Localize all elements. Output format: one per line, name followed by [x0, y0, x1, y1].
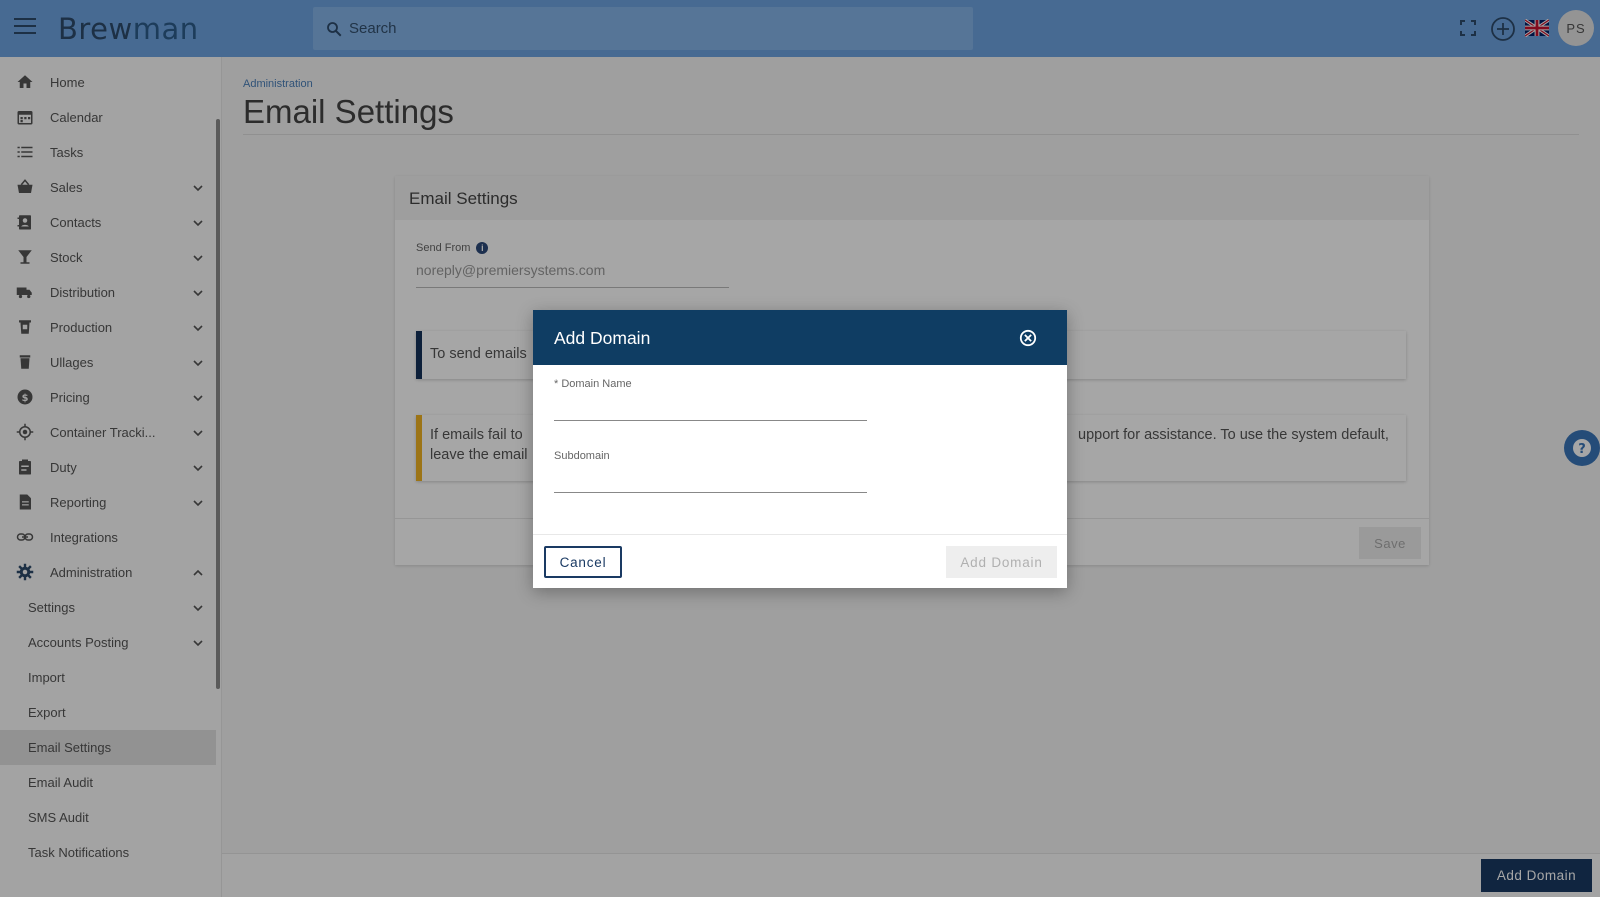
divider: [533, 534, 1067, 535]
add-domain-button[interactable]: Add Domain: [946, 546, 1057, 578]
cancel-button[interactable]: Cancel: [544, 546, 622, 578]
domain-name-label: * Domain Name: [554, 378, 632, 390]
dialog-title: Add Domain: [554, 328, 651, 348]
dialog-header: Add Domain: [533, 310, 1067, 365]
add-domain-dialog: Add Domain * Domain Name Subdomain Cance…: [533, 310, 1067, 588]
domain-name-input[interactable]: [554, 395, 867, 421]
subdomain-label: Subdomain: [554, 450, 610, 462]
close-icon[interactable]: [1019, 329, 1037, 347]
subdomain-input[interactable]: [554, 467, 867, 493]
